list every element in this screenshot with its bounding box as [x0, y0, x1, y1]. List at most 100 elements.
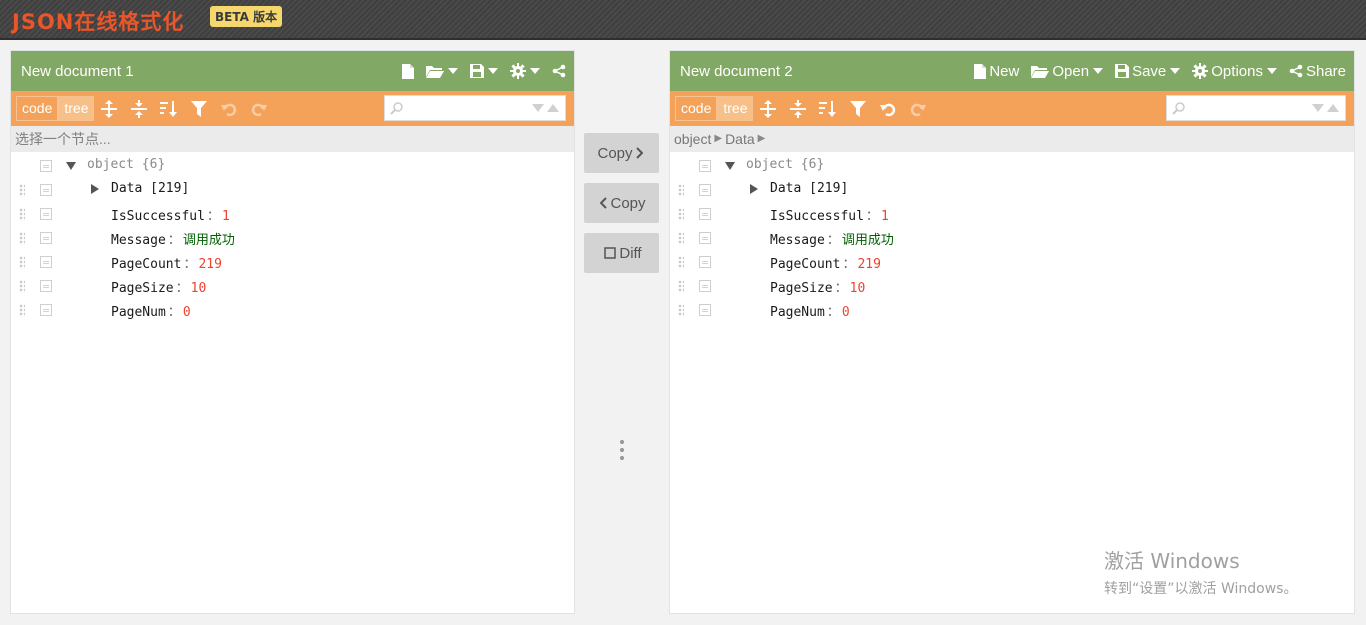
tree-row[interactable]: PageSize： 10: [11, 274, 574, 298]
code-mode-button[interactable]: code: [16, 96, 59, 121]
tree-row[interactable]: Message：调用成功: [11, 226, 574, 250]
left-document-title[interactable]: New document 1: [21, 63, 134, 80]
context-menu-icon[interactable]: [699, 256, 711, 268]
expand-all-icon[interactable]: [753, 96, 783, 121]
tree-row-root[interactable]: object {6}: [670, 154, 1354, 178]
breadcrumb-item[interactable]: object: [674, 126, 711, 152]
context-menu-icon[interactable]: [40, 280, 52, 292]
drag-handle-icon[interactable]: [19, 208, 25, 221]
breadcrumb-item[interactable]: Data: [725, 126, 755, 152]
field-key[interactable]: PageCount: [770, 257, 840, 272]
field-value[interactable]: 10: [850, 281, 866, 296]
collapse-all-icon[interactable]: [124, 96, 154, 121]
drag-handle-icon[interactable]: [678, 304, 684, 317]
search-next-icon[interactable]: [532, 104, 544, 112]
field-key[interactable]: PageCount: [111, 257, 181, 272]
right-search-box[interactable]: [1166, 95, 1346, 121]
redo-icon[interactable]: [903, 96, 933, 121]
field-value[interactable]: 219: [198, 257, 221, 272]
context-menu-icon[interactable]: [699, 208, 711, 220]
right-search-input[interactable]: [1189, 99, 1309, 117]
share-button[interactable]: Share: [1289, 51, 1346, 91]
drag-handle-icon[interactable]: [19, 280, 25, 293]
filter-icon[interactable]: [184, 96, 214, 121]
drag-handle-icon[interactable]: [678, 232, 684, 245]
tree-row[interactable]: IsSuccessful： 1: [11, 202, 574, 226]
right-document-title[interactable]: New document 2: [680, 63, 793, 80]
tree-row[interactable]: Message：调用成功: [670, 226, 1354, 250]
field-value[interactable]: 调用成功: [183, 233, 235, 248]
filter-icon[interactable]: [843, 96, 873, 121]
context-menu-icon[interactable]: [699, 184, 711, 196]
left-search-box[interactable]: [384, 95, 566, 121]
expand-arrow-icon[interactable]: [91, 184, 99, 194]
field-value[interactable]: 1: [881, 209, 889, 224]
expand-all-icon[interactable]: [94, 96, 124, 121]
context-menu-icon[interactable]: [699, 232, 711, 244]
tree-row[interactable]: PageNum： 0: [670, 298, 1354, 322]
left-search-input[interactable]: [407, 99, 527, 117]
context-menu-icon[interactable]: [40, 184, 52, 196]
collapse-all-icon[interactable]: [783, 96, 813, 121]
settings-gear-icon[interactable]: [510, 51, 540, 91]
options-button[interactable]: Options: [1192, 51, 1277, 91]
save-button[interactable]: Save: [1115, 51, 1181, 91]
diff-button[interactable]: Diff: [584, 233, 659, 273]
context-menu-icon[interactable]: [40, 232, 52, 244]
collapse-arrow-icon[interactable]: [66, 162, 76, 170]
tree-row-root[interactable]: object {6}: [11, 154, 574, 178]
context-menu-icon[interactable]: [40, 256, 52, 268]
drag-handle-icon[interactable]: [678, 256, 684, 269]
field-value[interactable]: 调用成功: [842, 233, 894, 248]
drag-handle-icon[interactable]: [19, 304, 25, 317]
drag-handle-icon[interactable]: [678, 208, 684, 221]
field-key[interactable]: Message: [111, 233, 166, 248]
field-key[interactable]: PageNum: [770, 305, 825, 320]
new-file-icon[interactable]: [402, 51, 414, 91]
tree-mode-button[interactable]: tree: [58, 96, 95, 121]
undo-icon[interactable]: [873, 96, 903, 121]
search-prev-icon[interactable]: [1327, 104, 1339, 112]
site-logo[interactable]: JSON在线格式化: [12, 6, 184, 36]
tree-mode-button[interactable]: tree: [717, 96, 754, 121]
field-key[interactable]: Message: [770, 233, 825, 248]
copy-right-button[interactable]: Copy: [584, 133, 659, 173]
breadcrumb-arrow-icon[interactable]: ▶: [758, 126, 766, 152]
tree-row-data[interactable]: Data [219]: [670, 178, 1354, 202]
search-next-icon[interactable]: [1312, 104, 1324, 112]
drag-handle-icon[interactable]: [19, 232, 25, 245]
context-menu-icon[interactable]: [40, 208, 52, 220]
field-key[interactable]: PageNum: [111, 305, 166, 320]
drag-handle-icon[interactable]: [678, 184, 684, 197]
field-key[interactable]: Data: [111, 181, 142, 196]
context-menu-icon[interactable]: [699, 304, 711, 316]
new-button[interactable]: New: [974, 51, 1019, 91]
copy-left-button[interactable]: Copy: [584, 183, 659, 223]
tree-row[interactable]: PageCount： 219: [670, 250, 1354, 274]
breadcrumb-arrow-icon[interactable]: ▶: [714, 126, 722, 152]
drag-handle-icon[interactable]: [19, 184, 25, 197]
field-key[interactable]: IsSuccessful: [111, 209, 205, 224]
share-icon[interactable]: [552, 51, 566, 91]
field-value[interactable]: 0: [842, 305, 850, 320]
field-value[interactable]: 1: [222, 209, 230, 224]
expand-arrow-icon[interactable]: [750, 184, 758, 194]
redo-icon[interactable]: [244, 96, 274, 121]
search-prev-icon[interactable]: [547, 104, 559, 112]
drag-handle-icon[interactable]: [19, 256, 25, 269]
field-key[interactable]: IsSuccessful: [770, 209, 864, 224]
open-folder-icon[interactable]: [426, 51, 458, 91]
tree-row[interactable]: PageNum： 0: [11, 298, 574, 322]
sort-icon[interactable]: [813, 96, 843, 121]
open-button[interactable]: Open: [1031, 51, 1104, 91]
code-mode-button[interactable]: code: [675, 96, 718, 121]
tree-row[interactable]: IsSuccessful： 1: [670, 202, 1354, 226]
tree-row[interactable]: PageCount： 219: [11, 250, 574, 274]
context-menu-icon[interactable]: [40, 304, 52, 316]
panel-resize-handle[interactable]: [619, 438, 625, 460]
tree-row-data[interactable]: Data [219]: [11, 178, 574, 202]
context-menu-icon[interactable]: [699, 160, 711, 172]
context-menu-icon[interactable]: [699, 280, 711, 292]
field-value[interactable]: 10: [191, 281, 207, 296]
drag-handle-icon[interactable]: [678, 280, 684, 293]
